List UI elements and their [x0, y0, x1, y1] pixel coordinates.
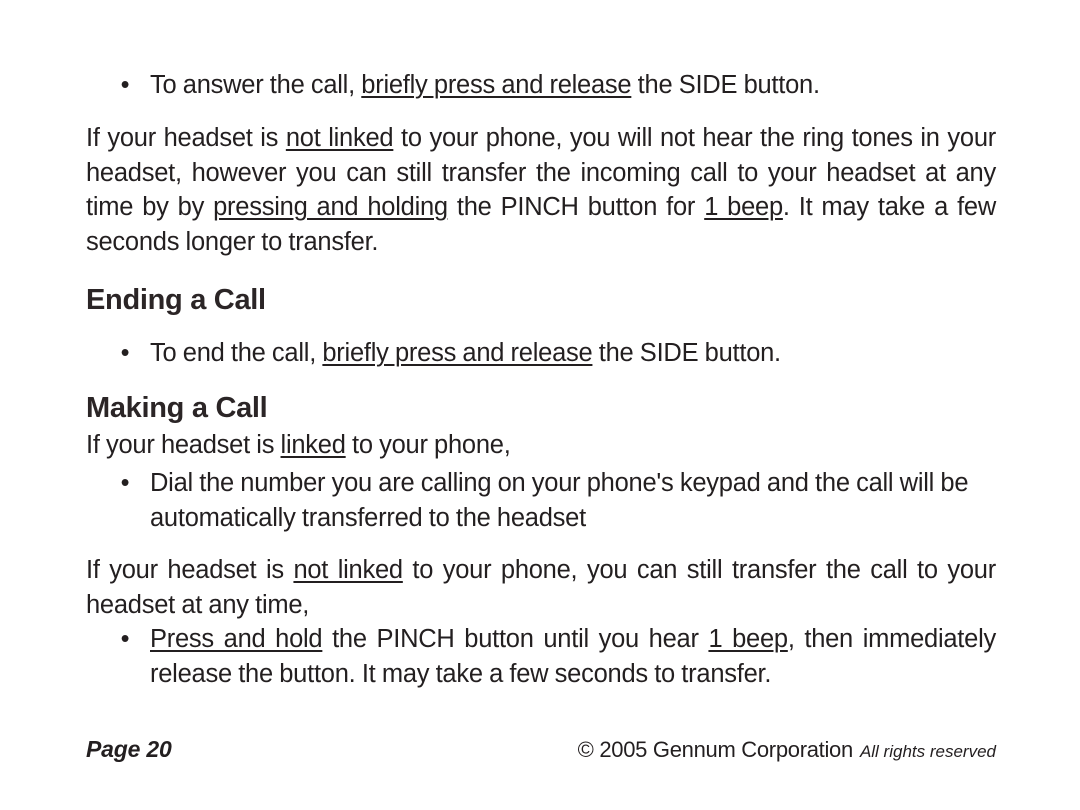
not-linked-underline-1: not linked [285, 124, 394, 152]
one-beep-underline-2: 1 beep [708, 625, 788, 653]
not-linked-underline-2: not linked [293, 556, 403, 584]
linked-paragraph: If your headset is linked to your phone, [86, 428, 996, 463]
copyright-notice: © 2005 Gennum Corporation All rights rese… [578, 737, 996, 763]
bullet-dot-icon: • [120, 625, 130, 653]
not-linked-seg3: the PINCH button for [447, 193, 705, 221]
document-page: • To answer the call, briefly press and r… [0, 0, 1080, 810]
bullet-dot-icon: • [120, 71, 130, 99]
not-linked-paragraph: If your headset is not linked to your ph… [86, 121, 996, 259]
bullet-dot-icon: • [120, 469, 130, 497]
list-item: • Press and hold the PINCH button until y… [86, 622, 997, 691]
one-beep-underline-1: 1 beep [704, 193, 783, 221]
list-item: • To end the call, briefly press and rele… [86, 336, 996, 371]
answer-bullet-underlined: briefly press and release [361, 71, 632, 99]
bullet-dot-icon: • [120, 339, 130, 367]
answer-bullet-text-before: To answer the call, [150, 71, 362, 99]
page-footer: Page 20 © 2005 Gennum Corporation All rig… [86, 736, 996, 763]
linked-underline: linked [280, 431, 346, 459]
ending-a-call-heading: Ending a Call [86, 284, 266, 316]
press-hold-seg1: the PINCH button until you hear [322, 625, 709, 653]
pressing-and-holding-underline: pressing and holding [213, 193, 448, 221]
end-bullet-text-before: To end the call, [150, 339, 323, 367]
end-bullet-text-after: the SIDE button. [592, 339, 781, 367]
list-item: • Dial the number you are calling on your… [86, 466, 996, 535]
list-item: • To answer the call, briefly press and r… [86, 68, 996, 103]
press-hold-bullet-list: • Press and hold the PINCH button until y… [86, 622, 997, 691]
transfer-seg1: If your headset is [86, 556, 294, 584]
end-call-bullet-list: • To end the call, briefly press and rele… [86, 336, 996, 371]
dial-bullet-text: Dial the number you are calling on your … [150, 469, 969, 532]
answer-call-bullet-list: • To answer the call, briefly press and r… [86, 68, 996, 103]
end-bullet-underlined: briefly press and release [322, 339, 593, 367]
copyright-text: © 2005 Gennum Corporation [577, 737, 854, 762]
transfer-paragraph: If your headset is not linked to your ph… [86, 553, 996, 622]
not-linked-seg1: If your headset is [86, 124, 286, 152]
answer-bullet-text-after: the SIDE button. [631, 71, 820, 99]
all-rights-reserved-text: All rights reserved [859, 742, 996, 761]
linked-seg1: If your headset is [86, 431, 281, 459]
linked-seg2: to your phone, [345, 431, 511, 459]
dial-number-bullet-list: • Dial the number you are calling on your… [86, 466, 996, 535]
press-and-hold-underline: Press and hold [150, 625, 323, 653]
page-number-label: Page 20 [86, 736, 172, 762]
making-a-call-heading: Making a Call [86, 392, 268, 424]
